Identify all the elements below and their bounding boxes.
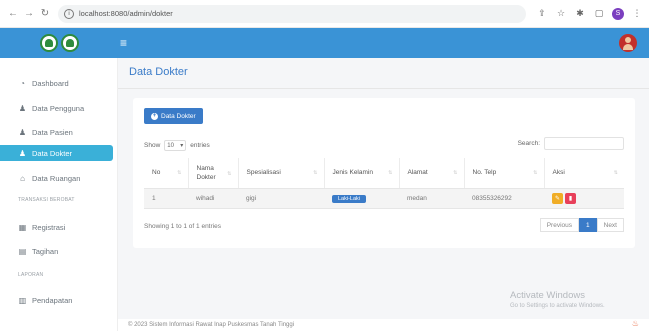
cell-jenis-kelamin: Laki-Laki <box>324 188 399 209</box>
sidebar-item-data-pasien[interactable]: ♟ Data Pasien <box>0 124 118 140</box>
sort-icon: ⇅ <box>613 170 618 176</box>
footer-text: © 2023 Sistem Informasi Rawat Inap Puske… <box>118 319 649 331</box>
cell-aksi: ✎ ▮ <box>544 188 624 209</box>
sidebar-item-label: Tagihan <box>32 246 59 256</box>
main-content: Data Dokter + Data Dokter Show 10 ▾ entr… <box>118 58 649 331</box>
user-icon: ♟ <box>18 103 27 113</box>
sidebar-item-label: Data Pengguna <box>32 103 85 113</box>
sort-icon: ⇅ <box>227 171 232 177</box>
logo-emblem-right <box>60 34 79 52</box>
sort-icon: ⇅ <box>177 170 182 176</box>
page-title: Data Dokter <box>129 66 188 78</box>
search-area: Search: <box>518 137 624 150</box>
sidebar-item-label: Data Dokter <box>32 148 73 158</box>
sort-icon: ⇅ <box>453 170 458 176</box>
share-icon[interactable]: ⇪ <box>536 8 548 20</box>
user-avatar[interactable] <box>619 34 637 52</box>
entries-select[interactable]: 10 ▾ <box>164 140 187 151</box>
column-header-spesialisasi[interactable]: Spesialisasi ⇅ <box>238 158 325 189</box>
column-header-alamat[interactable]: Alamat ⇅ <box>399 158 465 189</box>
entries-control: Show 10 ▾ entries <box>144 140 210 151</box>
entries-value: 10 <box>167 142 174 149</box>
cell-alamat: medan <box>399 188 464 209</box>
home-icon: ⌂ <box>20 173 25 183</box>
address-bar[interactable]: i localhost:8080/admin/dokter <box>58 4 526 23</box>
hamburger-icon[interactable]: ≡ <box>120 36 127 50</box>
logo-emblem-left <box>39 34 58 52</box>
sidebar-item-data-pengguna[interactable]: ♟ Data Pengguna <box>0 100 118 116</box>
trash-icon[interactable]: ▮ <box>565 192 576 204</box>
column-header-no[interactable]: No ⇅ <box>144 158 189 189</box>
user-icon: ♟ <box>18 148 27 158</box>
section-transaksi: TRANSAKSI BEROBAT <box>18 197 75 203</box>
column-header-nama[interactable]: Nama Dokter ⇅ <box>188 158 239 189</box>
sidebar-item-label: Pendapatan <box>32 295 73 305</box>
plus-icon: + <box>151 112 158 120</box>
sort-icon: ⇅ <box>313 170 318 176</box>
gender-badge: Laki-Laki <box>332 194 367 203</box>
sidebar-item-registrasi[interactable]: ▦ Registrasi <box>0 219 118 235</box>
calendar-icon: ▦ <box>18 222 27 232</box>
browser-toolbar: ← → ↻ i localhost:8080/admin/dokter ⇪ ☆ … <box>0 0 649 28</box>
pagination-next[interactable]: Next <box>596 218 624 232</box>
pagination: Previous 1 Next <box>539 218 624 232</box>
table-header-row: No ⇅ Nama Dokter ⇅ Spesialisasi ⇅ Jenis Kel… <box>144 158 624 189</box>
entries-label: entries <box>190 142 210 149</box>
more-menu-icon[interactable]: ⋮ <box>631 8 643 20</box>
sidebar-item-label: Data Pasien <box>32 127 73 137</box>
profile-avatar[interactable]: S <box>612 7 624 20</box>
column-header-jenis-kelamin[interactable]: Jenis Kelamin ⇅ <box>324 158 400 189</box>
activate-windows-watermark: Activate Windows Go to Settings to activ… <box>510 290 605 309</box>
table-row: 1 wihadi gigi Laki-Laki medan 0835532629… <box>144 188 624 209</box>
sidebar-item-data-dokter[interactable]: ♟ Data Dokter <box>0 145 113 161</box>
user-icon: ♟ <box>18 127 27 137</box>
divider <box>118 88 649 89</box>
pagination-page-1[interactable]: 1 <box>579 218 597 232</box>
flame-icon: ♨ <box>631 319 639 328</box>
logo <box>0 28 118 58</box>
cell-nama: wihadi <box>188 188 238 209</box>
chart-icon: ▥ <box>18 295 27 305</box>
column-header-aksi[interactable]: Aksi ⇅ <box>544 158 624 189</box>
section-laporan: LAPORAN <box>18 272 44 278</box>
window-icon[interactable]: ▢ <box>593 8 605 20</box>
showing-info: Showing 1 to 1 of 1 entries <box>144 223 221 230</box>
dokter-table: No ⇅ Nama Dokter ⇅ Spesialisasi ⇅ Jenis Kel… <box>144 158 624 209</box>
cell-no: 1 <box>144 188 188 209</box>
url-text: localhost:8080/admin/dokter <box>79 9 173 18</box>
cell-spesialisasi: gigi <box>238 188 324 209</box>
sort-icon: ⇅ <box>388 170 393 176</box>
invoice-icon: ▤ <box>18 246 27 256</box>
back-icon[interactable]: ← <box>6 7 20 21</box>
edit-icon[interactable]: ✎ <box>552 192 563 204</box>
add-button-label: Data Dokter <box>161 112 196 120</box>
chevron-down-icon: ▾ <box>180 143 184 149</box>
dashboard-icon: ◔ <box>20 78 25 88</box>
column-header-telp[interactable]: No. Telp ⇅ <box>464 158 545 189</box>
cell-telp: 08355326292 <box>464 188 544 209</box>
add-dokter-button[interactable]: + Data Dokter <box>144 108 203 124</box>
sidebar-item-dashboard[interactable]: ◔ Dashboard <box>0 75 118 91</box>
extensions-icon[interactable]: ✱ <box>574 8 586 20</box>
sidebar-item-pendapatan[interactable]: ▥ Pendapatan <box>0 292 118 308</box>
forward-icon[interactable]: → <box>22 7 36 21</box>
sidebar-item-label: Dashboard <box>32 78 69 88</box>
sidebar-item-tagihan[interactable]: ▤ Tagihan <box>0 243 118 259</box>
sidebar-item-data-ruangan[interactable]: ⌂ Data Ruangan <box>0 170 118 186</box>
star-icon[interactable]: ☆ <box>555 8 567 20</box>
search-label: Search: <box>517 140 540 147</box>
app-header: ≡ <box>0 28 649 58</box>
show-label: Show <box>144 142 161 149</box>
reload-icon[interactable]: ↻ <box>38 7 52 21</box>
info-icon[interactable]: i <box>64 8 74 19</box>
sidebar: ◔ Dashboard ♟ Data Pengguna ♟ Data Pasie… <box>0 58 118 331</box>
sort-icon: ⇅ <box>533 170 538 176</box>
pagination-previous[interactable]: Previous <box>539 218 579 232</box>
search-input[interactable] <box>544 137 624 150</box>
sidebar-item-label: Registrasi <box>32 222 66 232</box>
data-card: + Data Dokter Show 10 ▾ entries Search: … <box>133 98 635 248</box>
sidebar-item-label: Data Ruangan <box>32 173 81 183</box>
